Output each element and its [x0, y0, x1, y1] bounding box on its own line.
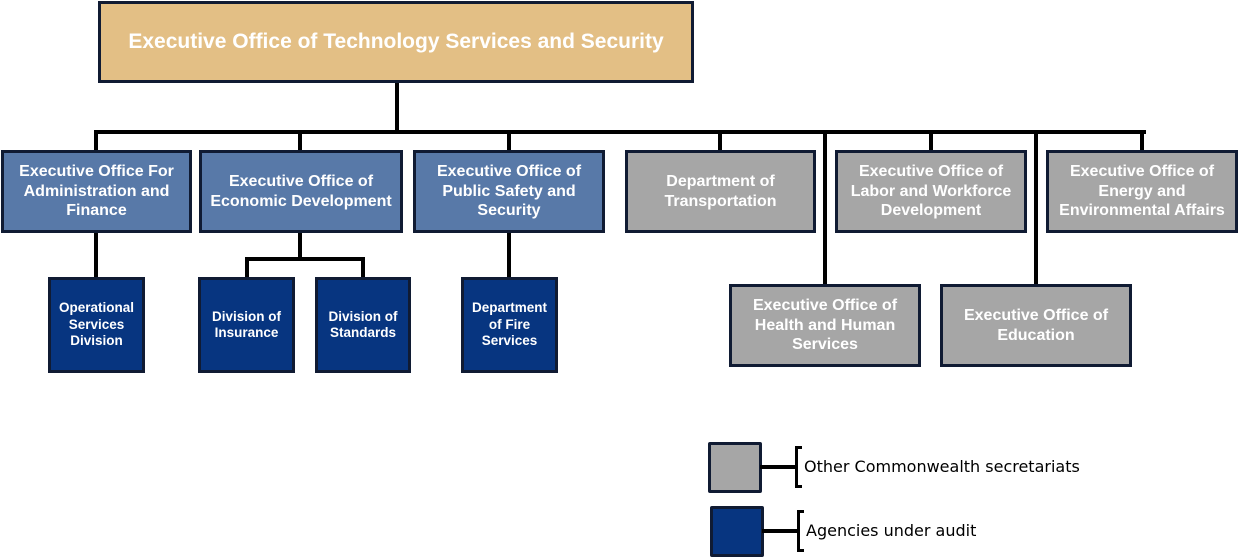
secretariat-transportation: Department of Transportation: [625, 150, 816, 233]
agency-division-of-insurance: Division of Insurance: [198, 277, 295, 373]
secretariat-label: Executive Office of Education: [963, 306, 1109, 344]
connector-to-economic-dev: [298, 130, 302, 152]
legend-bracket-audit: [797, 510, 804, 552]
root-node-label: Executive Office of Technology Services …: [128, 30, 664, 54]
connector-to-labor: [929, 130, 933, 152]
secretariat-label: Executive Office of Labor and Workforce …: [850, 163, 1012, 220]
secretariat-label: Executive Office of Public Safety and Se…: [436, 163, 582, 220]
connector-root-down: [395, 80, 399, 133]
secretariat-label: Executive Office of Energy and Environme…: [1059, 163, 1225, 220]
secretariat-label: Executive Office of Health and Human Ser…: [752, 297, 898, 354]
root-node: Executive Office of Technology Services …: [98, 1, 694, 83]
legend-swatch-audit: [710, 506, 764, 557]
agency-operational-services: Operational Services Division: [48, 277, 145, 373]
connector-main-bus: [94, 130, 1146, 134]
secretariat-education: Executive Office of Education: [940, 284, 1132, 367]
secretariat-economic-development: Executive Office of Economic Development: [199, 150, 403, 233]
secretariat-energy-environment: Executive Office of Energy and Environme…: [1046, 150, 1238, 233]
connector-to-public-safety: [507, 130, 511, 152]
agency-label: Division of Standards: [328, 308, 398, 340]
legend-label-other: Other Commonwealth secretariats: [804, 457, 1080, 476]
connector-to-transportation: [718, 130, 722, 152]
secretariat-admin-finance: Executive Office For Administration and …: [1, 150, 192, 233]
agency-label: Department of Fire Services: [471, 300, 547, 349]
secretariat-labor-workforce: Executive Office of Labor and Workforce …: [835, 150, 1027, 233]
agency-division-of-standards: Division of Standards: [315, 277, 411, 373]
legend-bracket-other: [795, 446, 802, 488]
secretariat-public-safety: Executive Office of Public Safety and Se…: [413, 150, 605, 233]
connector-safety-to-fire: [507, 232, 511, 279]
agency-label: Operational Services Division: [58, 300, 134, 349]
legend-label-audit: Agencies under audit: [806, 521, 977, 540]
legend-connector-other: [760, 465, 797, 469]
connector-econ-bus: [245, 257, 365, 261]
connector-to-standards: [361, 257, 365, 279]
connector-econ-down: [298, 232, 302, 260]
connector-to-health: [823, 130, 827, 286]
legend-connector-audit: [762, 529, 799, 533]
connector-to-insurance: [245, 257, 249, 279]
agency-label: Division of Insurance: [211, 308, 281, 340]
secretariat-label: Executive Office of Economic Development: [210, 172, 392, 210]
secretariat-label: Department of Transportation: [664, 172, 777, 210]
secretariat-label: Executive Office For Administration and …: [19, 163, 174, 220]
legend-swatch-other: [708, 442, 762, 493]
connector-to-energy: [1140, 130, 1144, 152]
agency-fire-services: Department of Fire Services: [461, 277, 558, 373]
connector-to-education: [1034, 130, 1038, 286]
connector-to-admin-finance: [94, 130, 98, 152]
connector-admin-to-osd: [94, 232, 98, 279]
secretariat-health-human-services: Executive Office of Health and Human Ser…: [729, 284, 921, 367]
